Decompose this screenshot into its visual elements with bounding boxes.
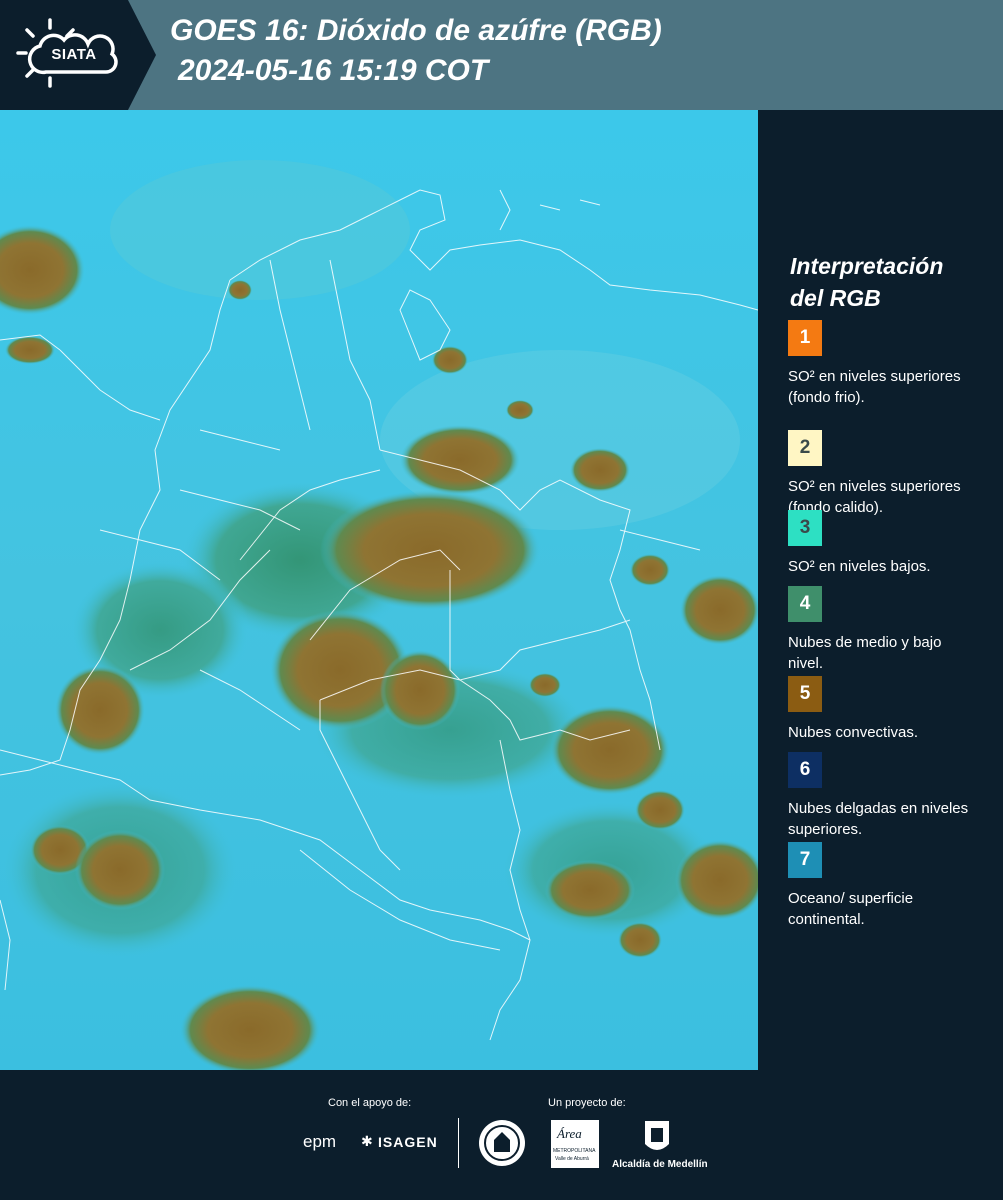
siata-logo[interactable]: SIATA <box>0 0 128 110</box>
area-logo-subtext: METROPOLITANA <box>553 1148 596 1154</box>
legend-text-4: Nubes de medio y bajo nivel. <box>788 634 942 672</box>
project-label: Un proyecto de: <box>548 1097 626 1109</box>
area-metropolitana-logo[interactable]: Área METROPOLITANA Valle de Aburrá <box>551 1120 599 1168</box>
epm-logo[interactable]: epm <box>303 1132 336 1152</box>
legend-swatch-1: 1 <box>788 320 822 356</box>
legend-panel: Interpretación del RGB 1 SO² en niveles s… <box>758 110 1003 1070</box>
timestamp: 2024-05-16 15:19 COT <box>178 54 489 87</box>
legend-title-line1: Interpretación <box>790 253 944 279</box>
area-logo-text: Área <box>557 1126 582 1141</box>
legend-swatch-5: 5 <box>788 676 822 712</box>
legend-text-3: SO² en niveles bajos. <box>788 558 931 575</box>
alcaldia-logo[interactable]: Alcaldía de Medellín <box>612 1159 708 1170</box>
legend-swatch-2: 2 <box>788 430 822 466</box>
page-title: GOES 16: Dióxido de azúfre (RGB) <box>170 14 662 47</box>
footer-divider <box>458 1118 459 1168</box>
logo-text: SIATA <box>51 46 97 63</box>
legend-swatch-6: 6 <box>788 752 822 788</box>
area-logo-caption: Valle de Aburrá <box>555 1156 589 1162</box>
support-label: Con el apoyo de: <box>328 1097 412 1109</box>
header-bar: SIATA GOES 16: Dióxido de azúfre (RGB) 2… <box>0 0 1003 110</box>
satellite-map[interactable] <box>0 110 758 1070</box>
isagen-icon: ✱ <box>361 1133 373 1149</box>
legend-title-line2: del RGB <box>790 285 881 311</box>
legend-text-7: Oceano/ superficie continental. <box>788 890 914 928</box>
logo-arrow <box>128 0 156 110</box>
legend-text-1: SO² en niveles superiores (fondo frio). <box>788 368 961 406</box>
legend-title: Interpretación del RGB <box>790 250 990 314</box>
legend-swatch-3: 3 <box>788 510 822 546</box>
legend-text-5: Nubes convectivas. <box>788 724 919 741</box>
seal-icon[interactable] <box>477 1118 527 1168</box>
legend-swatch-4: 4 <box>788 586 822 622</box>
coat-of-arms-icon <box>645 1121 669 1150</box>
isagen-logo[interactable]: ISAGEN <box>378 1134 438 1150</box>
satellite-image <box>0 110 758 1070</box>
footer: Con el apoyo de: Un proyecto de: epm ✱ I… <box>0 1070 1003 1200</box>
legend-swatch-7: 7 <box>788 842 822 878</box>
legend-text-6: Nubes delgadas en niveles superiores. <box>788 800 969 838</box>
